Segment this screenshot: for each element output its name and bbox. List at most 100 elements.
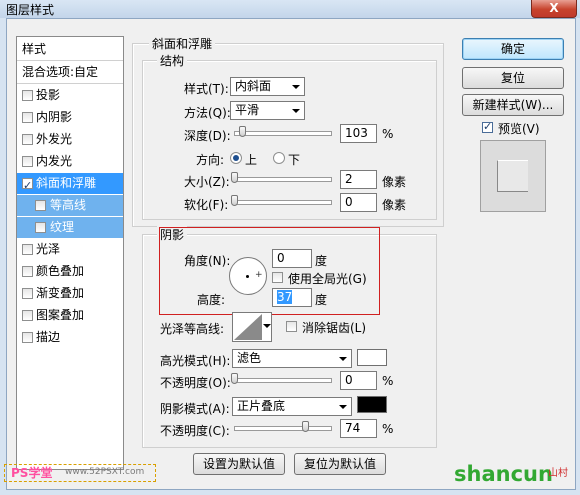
style-item-checkbox[interactable] — [22, 90, 33, 101]
style-item-checkbox[interactable] — [22, 332, 33, 343]
depth-unit: % — [382, 127, 394, 141]
blend-options-item[interactable]: 混合选项:自定 — [17, 62, 123, 84]
style-item-11[interactable]: 描边 — [17, 327, 123, 348]
watermark-right-sub: 山村 — [548, 468, 568, 479]
style-item-label: 光泽 — [36, 242, 61, 256]
style-item-label: 斜面和浮雕 — [36, 176, 97, 190]
style-item-checkbox[interactable]: ✓ — [22, 178, 33, 192]
highlight-opacity-input[interactable]: 0 — [340, 371, 377, 390]
style-item-label: 颜色叠加 — [36, 264, 85, 278]
reset-button[interactable]: 复位 — [462, 67, 564, 89]
angle-input[interactable]: 0 — [272, 249, 312, 268]
soften-unit: 像素 — [382, 198, 407, 212]
checkmark-icon: ✓ — [23, 179, 33, 192]
gloss-contour-label: 光泽等高线: — [160, 322, 225, 336]
style-item-checkbox[interactable] — [35, 222, 46, 233]
watermark-left: PS学堂 www.52PSXT.com — [4, 464, 156, 482]
style-item-label: 图案叠加 — [36, 308, 85, 322]
watermark-left-text: PS学堂 — [11, 466, 53, 480]
shadow-opacity-input[interactable]: 74 — [340, 419, 377, 438]
title-bar — [0, 0, 580, 18]
style-item-0[interactable]: 投影 — [17, 85, 123, 106]
size-slider[interactable] — [234, 177, 332, 182]
contour-curve-icon — [234, 314, 262, 340]
style-item-10[interactable]: 图案叠加 — [17, 305, 123, 326]
style-item-checkbox[interactable] — [35, 200, 46, 211]
gloss-contour-picker[interactable] — [232, 312, 272, 342]
shadow-mode-select[interactable]: 正片叠底 — [232, 397, 352, 416]
style-item-checkbox[interactable] — [22, 310, 33, 321]
style-list-header: 样式 — [17, 39, 123, 61]
style-item-4[interactable]: ✓ 斜面和浮雕 — [17, 173, 123, 194]
style-item-label: 等高线 — [50, 198, 87, 212]
ok-button[interactable]: 确定 — [462, 38, 564, 60]
method-select[interactable]: 平滑 — [230, 101, 305, 120]
highlight-opacity-unit: % — [382, 374, 394, 388]
altitude-unit: 度 — [315, 293, 328, 307]
style-item-label: 内阴影 — [36, 110, 73, 124]
window-title: 图层样式 — [6, 3, 55, 17]
bevel-group-title: 斜面和浮雕 — [149, 35, 216, 52]
shadow-opacity-unit: % — [382, 422, 394, 436]
structure-title: 结构 — [157, 52, 188, 69]
checkmark-icon: ✓ — [483, 120, 493, 133]
style-item-checkbox[interactable] — [22, 156, 33, 167]
soften-slider[interactable] — [234, 200, 332, 205]
depth-slider[interactable] — [234, 131, 332, 136]
style-item-checkbox[interactable] — [22, 134, 33, 145]
style-item-checkbox[interactable] — [22, 288, 33, 299]
style-item-8[interactable]: 颜色叠加 — [17, 261, 123, 282]
direction-down-radio[interactable] — [273, 152, 285, 164]
style-item-9[interactable]: 渐变叠加 — [17, 283, 123, 304]
close-button[interactable]: X — [531, 0, 577, 18]
shadow-color-swatch[interactable] — [357, 396, 387, 413]
preview-swatch — [497, 160, 528, 192]
new-style-button[interactable]: 新建样式(W)... — [462, 94, 564, 116]
style-item-checkbox[interactable] — [22, 244, 33, 255]
antialias-label: 消除锯齿(L) — [302, 321, 367, 335]
highlight-color-swatch[interactable] — [357, 349, 387, 366]
style-item-checkbox[interactable] — [22, 112, 33, 123]
preview-checkbox[interactable]: ✓ — [482, 120, 493, 133]
shadow-opacity-label: 不透明度(C): — [160, 424, 230, 438]
highlight-opacity-thumb[interactable] — [231, 373, 238, 384]
highlight-mode-select[interactable]: 滤色 — [232, 349, 352, 368]
style-item-7[interactable]: 光泽 — [17, 239, 123, 260]
shadow-opacity-thumb[interactable] — [302, 421, 309, 432]
style-item-3[interactable]: 内发光 — [17, 151, 123, 172]
depth-slider-thumb[interactable] — [239, 126, 246, 137]
style-item-label: 外发光 — [36, 132, 73, 146]
global-light-checkbox[interactable] — [272, 272, 283, 283]
angle-dial[interactable]: + — [229, 257, 267, 295]
highlight-opacity-label: 不透明度(O): — [160, 376, 231, 390]
highlight-mode-label: 高光模式(H): — [160, 354, 231, 368]
shadow-opacity-slider[interactable] — [234, 426, 332, 431]
style-item-label: 投影 — [36, 88, 61, 102]
reset-to-default-button[interactable]: 复位为默认值 — [294, 453, 386, 475]
size-input[interactable]: 2 — [340, 170, 377, 189]
direction-up-label: 上 — [245, 153, 258, 167]
angle-label: 角度(N): — [184, 254, 231, 268]
style-item-5[interactable]: 等高线 — [17, 195, 123, 216]
style-item-6[interactable]: 纹理 — [17, 217, 123, 238]
make-default-button[interactable]: 设置为默认值 — [193, 453, 285, 475]
direction-up-radio[interactable] — [230, 152, 242, 164]
antialias-checkbox[interactable] — [286, 321, 297, 332]
size-slider-thumb[interactable] — [231, 172, 238, 183]
style-item-1[interactable]: 内阴影 — [17, 107, 123, 128]
altitude-input[interactable]: 37 — [272, 288, 312, 307]
crosshair-icon: + — [255, 270, 263, 280]
direction-label: 方向: — [196, 153, 225, 167]
style-list: 样式 混合选项:自定 投影 内阴影 外发光 内发光 ✓ 斜面和浮雕 等高线 纹理 光泽 颜色叠加渐… — [16, 36, 124, 470]
style-select[interactable]: 内斜面 — [230, 77, 305, 96]
highlight-opacity-slider[interactable] — [234, 378, 332, 383]
soften-slider-thumb[interactable] — [231, 195, 238, 206]
direction-down-label: 下 — [288, 153, 301, 167]
soften-input[interactable]: 0 — [340, 193, 377, 212]
style-item-checkbox[interactable] — [22, 266, 33, 277]
style-label: 样式(T): — [184, 82, 229, 96]
depth-input[interactable]: 103 — [340, 124, 377, 143]
style-item-2[interactable]: 外发光 — [17, 129, 123, 150]
global-light-label: 使用全局光(G) — [288, 272, 367, 286]
watermark-right: shancun — [454, 462, 553, 486]
